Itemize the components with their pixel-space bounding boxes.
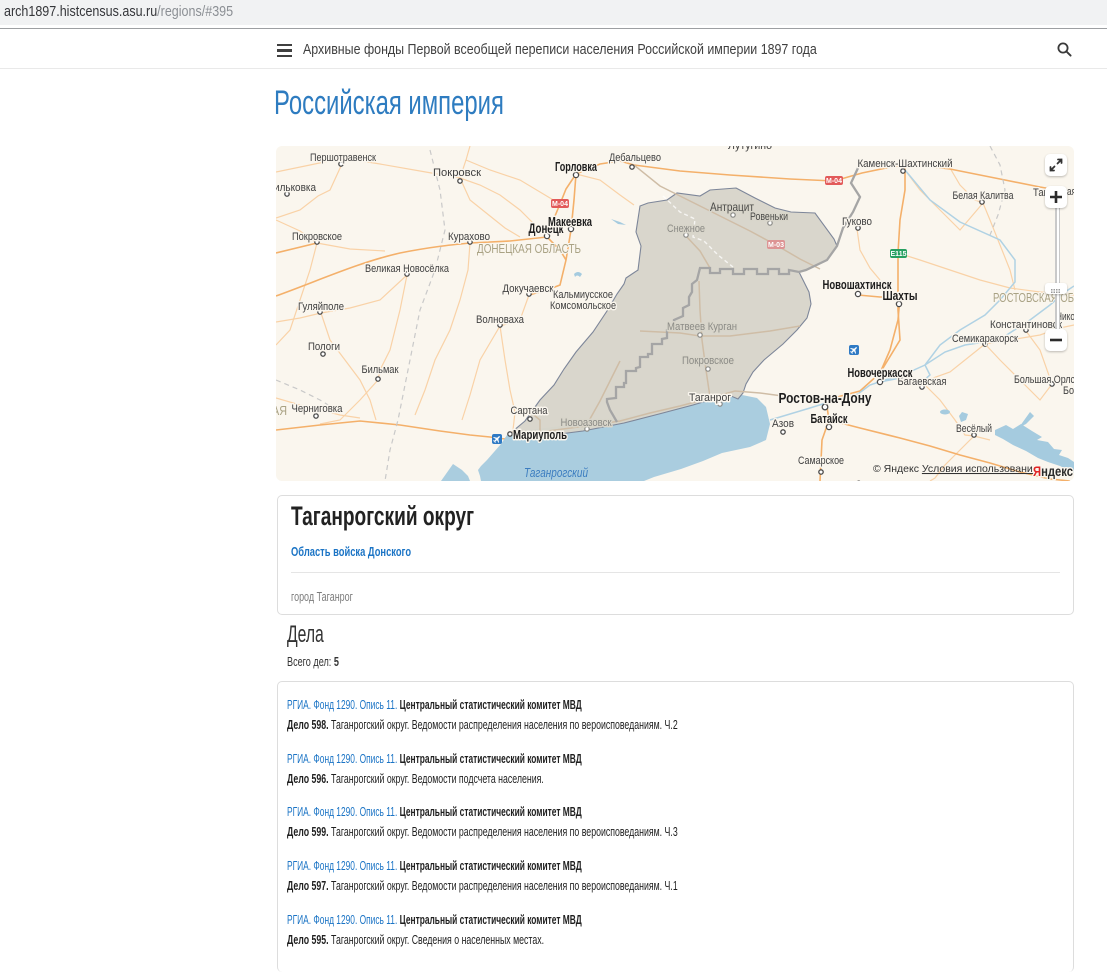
svg-text:Пологи: Пологи	[308, 341, 340, 353]
svg-text:Першотравенск: Першотравенск	[310, 152, 376, 164]
svg-text:Волноваха: Волноваха	[476, 314, 525, 326]
svg-text:Комсомольское: Комсомольское	[550, 300, 616, 312]
svg-text:М-04: М-04	[826, 178, 842, 185]
svg-text:Покровское: Покровское	[682, 355, 734, 367]
svg-text:Дебальцево: Дебальцево	[609, 152, 661, 164]
svg-text:Шахты: Шахты	[883, 289, 918, 303]
svg-text:Бо: Бо	[1063, 385, 1074, 397]
svg-text:Ровеньки: Ровеньки	[750, 211, 788, 223]
svg-text:Черниговка: Черниговка	[292, 403, 344, 415]
svg-text:Снежное: Снежное	[667, 223, 705, 235]
svg-text:Таганрог: Таганрог	[689, 392, 731, 404]
svg-text:Ростов-на-Дону: Ростов-на-Дону	[779, 390, 873, 407]
svg-text:ДОНЕЦКАЯ ОБЛАСТЬ: ДОНЕЦКАЯ ОБЛАСТЬ	[477, 241, 581, 256]
svg-text:Каменск-Шахтинский: Каменск-Шахтинский	[858, 158, 953, 170]
svg-text:Белая Калитва: Белая Калитва	[953, 190, 1015, 202]
svg-text:Гуляйполе: Гуляйполе	[298, 301, 344, 313]
svg-text:Семикаракорск: Семикаракорск	[952, 333, 1018, 345]
svg-text:Е115: Е115	[891, 251, 907, 258]
svg-text:ая: ая	[1067, 186, 1074, 198]
svg-text:Новоазовск: Новоазовск	[561, 417, 612, 429]
svg-text:Таганрогский: Таганрогский	[524, 466, 588, 480]
svg-text:Азов: Азов	[772, 418, 794, 430]
svg-text:Яндекс: Яндекс	[1033, 464, 1073, 479]
svg-text:Матвеев Курган: Матвеев Курган	[667, 321, 737, 333]
svg-text:Самарское: Самарское	[798, 455, 844, 467]
svg-text:Нико: Нико	[1056, 311, 1074, 323]
svg-text:Антрацит: Антрацит	[710, 200, 754, 214]
svg-text:Лутугино: Лутугино	[728, 146, 772, 152]
svg-text:Докучаевск: Докучаевск	[503, 283, 554, 295]
svg-text:Новочеркасск: Новочеркасск	[848, 366, 914, 380]
svg-text:Покровск: Покровск	[433, 167, 481, 179]
svg-text:Макеевка: Макеевка	[548, 215, 593, 229]
svg-text:Весёлый: Весёлый	[956, 423, 992, 435]
svg-text:© Яндекс Условия использования: © Яндекс Условия использования	[873, 463, 1038, 475]
svg-text:Великая Новосёлка: Великая Новосёлка	[365, 263, 450, 275]
svg-text:Сартана: Сартана	[511, 405, 549, 417]
svg-text:Батайск: Батайск	[811, 412, 849, 426]
svg-text:Зерноград: Зерноград	[856, 479, 900, 481]
svg-text:ильковка: ильковка	[276, 182, 317, 194]
svg-text:Гуково: Гуково	[842, 216, 872, 228]
svg-text:М-03: М-03	[768, 242, 784, 249]
svg-text:Покровское: Покровское	[292, 231, 342, 243]
svg-text:Мариуполь: Мариуполь	[513, 427, 567, 442]
svg-text:Горловка: Горловка	[555, 160, 598, 174]
svg-text:М-04: М-04	[552, 201, 568, 208]
svg-text:АЯ: АЯ	[276, 403, 287, 418]
svg-text:Бильмак: Бильмак	[362, 364, 399, 376]
